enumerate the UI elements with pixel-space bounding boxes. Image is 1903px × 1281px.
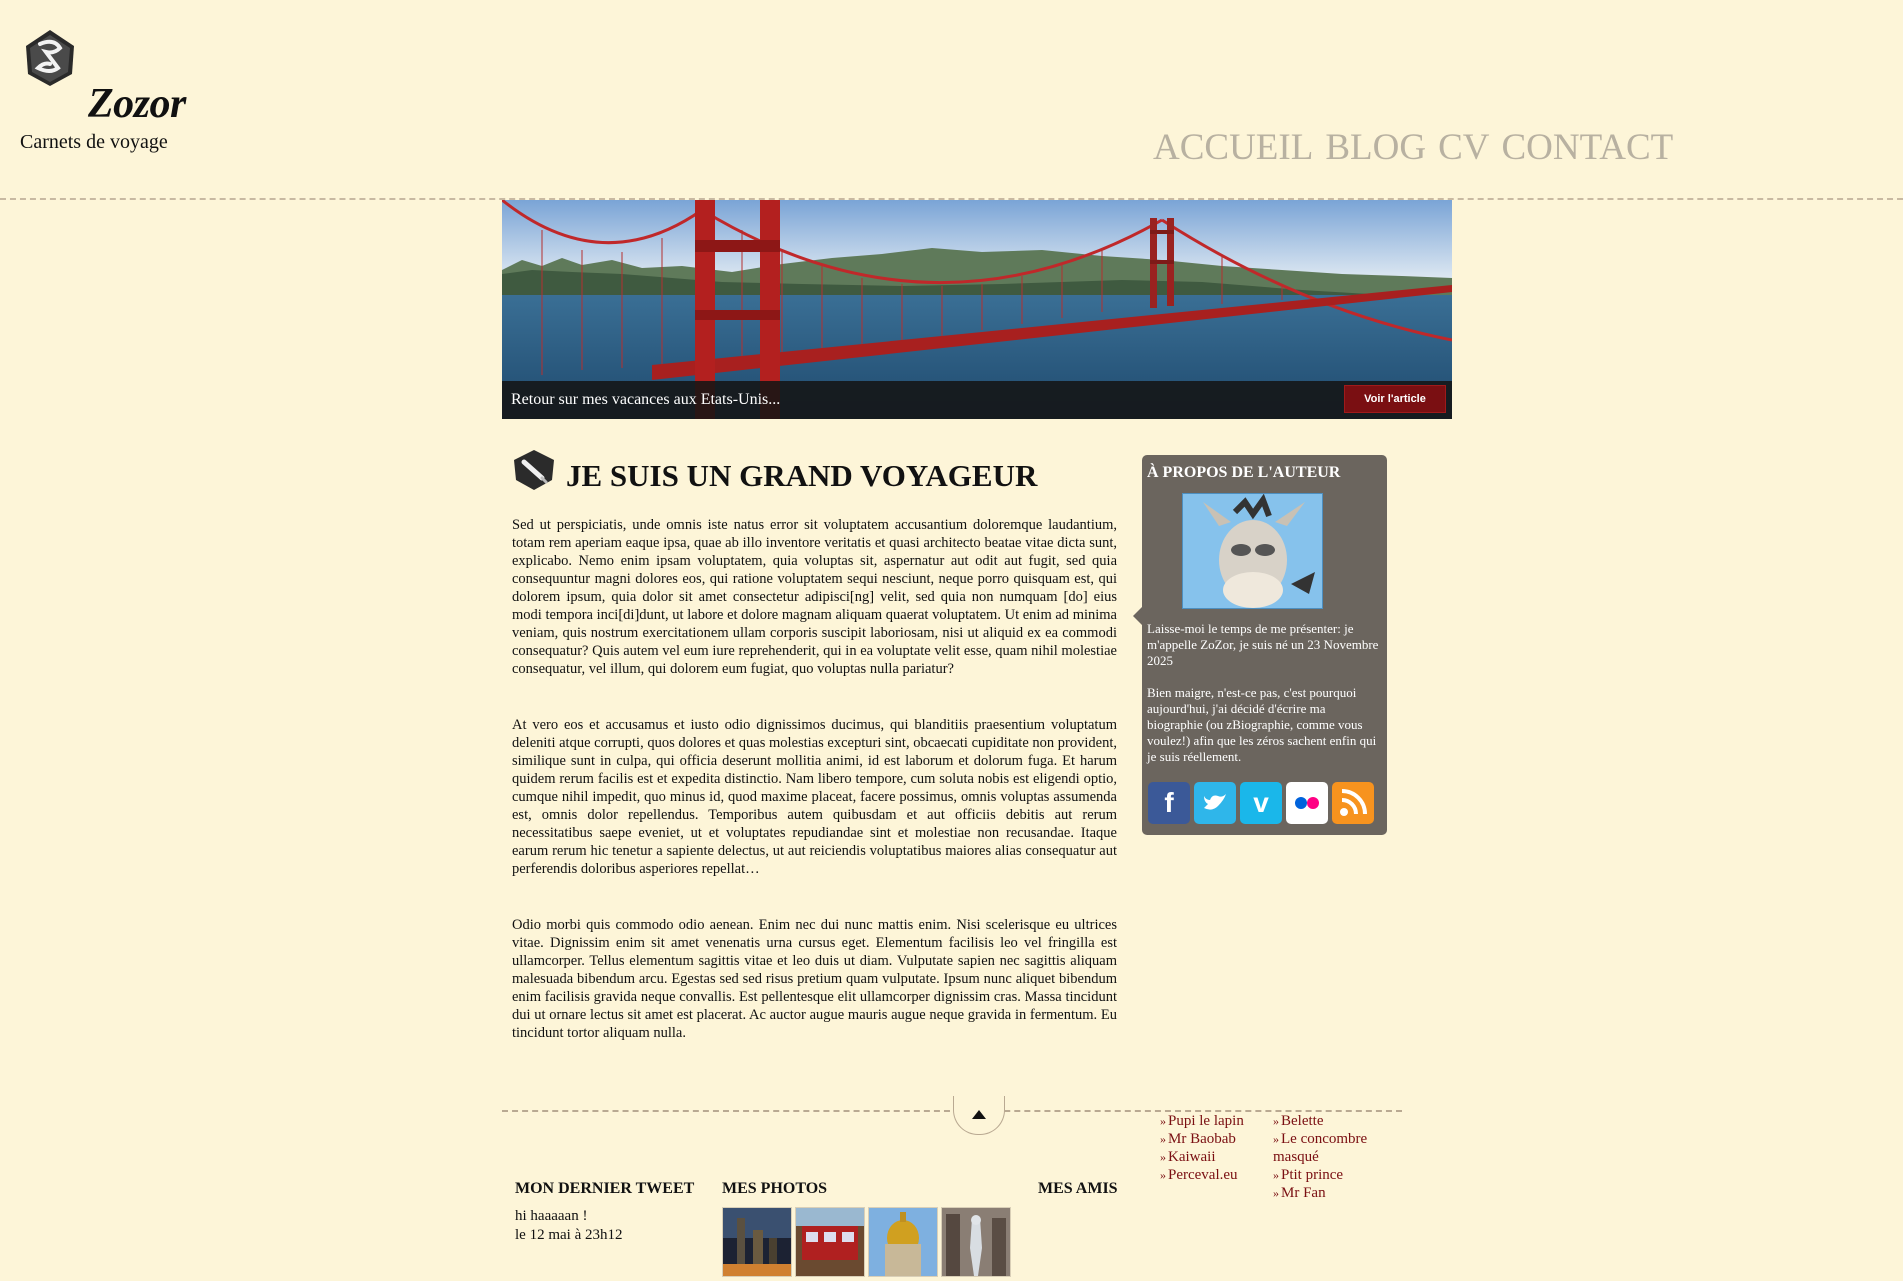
- nav-cv[interactable]: CV: [1438, 127, 1489, 168]
- photo-thumbnail[interactable]: [795, 1207, 865, 1277]
- latest-tweet-heading: MON DERNIER TWEET: [515, 1180, 695, 1197]
- panel-pointer: [1133, 607, 1142, 625]
- friend-link[interactable]: Belette: [1273, 1112, 1398, 1130]
- friend-link[interactable]: Perceval.eu: [1160, 1166, 1244, 1184]
- hero-banner: Retour sur mes vacances aux Etats-Unis..…: [502, 200, 1452, 419]
- tweet-date: le 12 mai à 23h12: [515, 1227, 623, 1243]
- friend-link[interactable]: Ptit prince: [1273, 1166, 1398, 1184]
- friend-link[interactable]: Pupi le lapin: [1160, 1112, 1244, 1130]
- footer-divider: [502, 1110, 1402, 1112]
- friend-link[interactable]: Mr Fan: [1273, 1184, 1398, 1202]
- friends-heading: MES AMIS: [1038, 1180, 1118, 1197]
- scroll-to-top-button[interactable]: [953, 1096, 1005, 1135]
- photo-thumbnail[interactable]: [868, 1207, 938, 1277]
- twitter-icon[interactable]: [1194, 782, 1236, 824]
- arrow-up-icon: [972, 1110, 986, 1119]
- friend-link[interactable]: Le concombre masqué: [1273, 1130, 1398, 1166]
- site-tagline: Carnets de voyage: [20, 131, 168, 153]
- author-bio: Bien maigre, n'est-ce pas, c'est pourquo…: [1147, 685, 1377, 764]
- main-nav: ACCUEIL BLOG CV CONTACT: [1153, 126, 1685, 169]
- pencil-note-icon: [514, 450, 554, 490]
- about-author-panel: À PROPOS DE L'AUTEUR Laisse-moi le temps…: [1133, 455, 1387, 835]
- flickr-icon[interactable]: [1286, 782, 1328, 824]
- article-paragraph: Sed ut perspiciatis, unde omnis iste nat…: [512, 517, 1117, 677]
- photos-heading: MES PHOTOS: [722, 1180, 828, 1197]
- friends-list: Pupi le lapin Mr Baobab Kaiwaii Perceval…: [1160, 1112, 1244, 1184]
- author-intro: Laisse-moi le temps de me présenter: je …: [1147, 621, 1379, 668]
- facebook-icon[interactable]: f: [1148, 782, 1190, 824]
- banner-caption: Retour sur mes vacances aux Etats-Unis..…: [511, 391, 781, 408]
- nav-contact[interactable]: CONTACT: [1501, 127, 1673, 168]
- zozor-logo-icon: [26, 30, 74, 86]
- read-article-button[interactable]: Voir l'article: [1344, 385, 1446, 413]
- friends-list: Belette Le concombre masqué Ptit prince …: [1273, 1112, 1398, 1202]
- about-author-title: À PROPOS DE L'AUTEUR: [1147, 464, 1341, 481]
- photo-thumbnail[interactable]: [722, 1207, 792, 1277]
- nav-accueil[interactable]: ACCUEIL: [1153, 127, 1313, 168]
- friend-link[interactable]: Mr Baobab: [1160, 1130, 1244, 1148]
- site-title[interactable]: Zozor: [88, 80, 186, 128]
- article-paragraph: At vero eos et accusamus et iusto odio d…: [512, 717, 1117, 877]
- photo-thumbnail[interactable]: [941, 1207, 1011, 1277]
- article-paragraph: Odio morbi quis commodo odio aenean. Eni…: [512, 917, 1117, 1041]
- nav-blog[interactable]: BLOG: [1325, 127, 1426, 168]
- article-title: JE SUIS UN GRAND VOYAGEUR: [566, 458, 1038, 493]
- author-avatar: [1182, 493, 1323, 609]
- tweet-text: hi haaaaan !: [515, 1208, 588, 1224]
- rss-icon[interactable]: [1332, 782, 1374, 824]
- vimeo-icon[interactable]: v: [1240, 782, 1282, 824]
- latest-tweet: hi haaaaan ! le 12 mai à 23h12: [515, 1207, 622, 1245]
- friend-link[interactable]: Kaiwaii: [1160, 1148, 1244, 1166]
